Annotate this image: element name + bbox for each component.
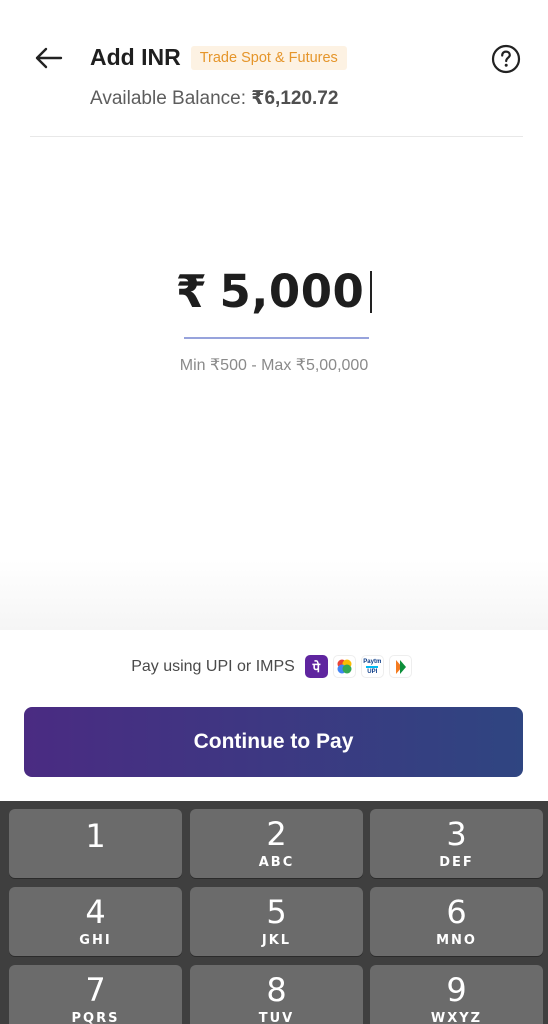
arrow-left-icon [35, 47, 63, 69]
key-6[interactable]: 6 MNO [370, 887, 543, 956]
page-title: Add INR [90, 44, 181, 70]
pay-using-row: Pay using UPI or IMPS पे Paytm UPI [0, 655, 548, 678]
amount-underline [184, 337, 369, 339]
amount-limits: Min ₹500 - Max ₹5,00,000 [179, 357, 369, 374]
currency-symbol: ₹ [175, 265, 208, 318]
pay-using-text: Pay using UPI or IMPS [131, 657, 295, 675]
title-row: Add INR Trade Spot & Futures [90, 44, 347, 71]
text-cursor [370, 270, 373, 313]
phonepe-icon: पे [304, 655, 328, 678]
header: Add INR Trade Spot & Futures Available B… [0, 0, 548, 138]
bhim-icon [388, 655, 412, 678]
balance-label: Available Balance: [90, 88, 252, 109]
header-divider [30, 136, 523, 137]
amount-display[interactable]: ₹ 5,000 [176, 265, 373, 318]
key-7[interactable]: 7 PQRS [9, 965, 182, 1024]
amount-value: 5,000 [219, 265, 365, 318]
continue-to-pay-button[interactable]: Continue to Pay [24, 707, 523, 777]
numeric-keypad: 1 2 ABC 3 DEF 4 GHI 5 JKL 6 MNO 7 PQRS 8… [0, 801, 548, 1024]
key-3[interactable]: 3 DEF [370, 809, 543, 878]
amount-input[interactable]: ₹ 5,000 [0, 265, 548, 318]
key-1[interactable]: 1 [9, 809, 182, 878]
trade-badge: Trade Spot & Futures [190, 45, 347, 70]
key-9[interactable]: 9 WXYZ [370, 965, 543, 1024]
key-5[interactable]: 5 JKL [190, 887, 363, 956]
paytm-icon: Paytm UPI [360, 655, 384, 678]
back-button[interactable] [30, 40, 66, 76]
key-2[interactable]: 2 ABC [190, 809, 363, 878]
panel-shadow [0, 560, 548, 630]
help-button[interactable] [490, 43, 522, 75]
balance-value: ₹6,120.72 [251, 88, 339, 109]
help-icon [491, 44, 521, 74]
key-4[interactable]: 4 GHI [9, 887, 182, 956]
google-pay-icon [332, 655, 356, 678]
available-balance: Available Balance: ₹6,120.72 [90, 87, 338, 110]
key-8[interactable]: 8 TUV [190, 965, 363, 1024]
